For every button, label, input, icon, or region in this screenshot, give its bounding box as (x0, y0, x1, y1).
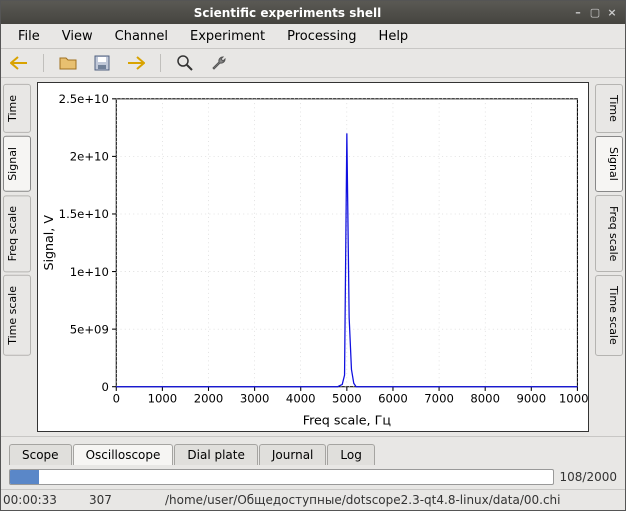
progress-fill (10, 470, 39, 484)
signal-chart[interactable]: 0 1000 2000 3000 4000 5000 6000 7000 8000 9000 100… (37, 82, 589, 432)
toolbar (1, 49, 625, 78)
menu-view[interactable]: View (51, 27, 104, 46)
right-tab-freqscale[interactable]: Freq scale (595, 195, 623, 272)
svg-text:Freq scale, Гц: Freq scale, Гц (303, 413, 392, 428)
status-bar: 00:00:33 307 /home/user/Общедоступные/do… (1, 489, 625, 510)
svg-text:6000: 6000 (378, 392, 408, 406)
wrench-icon[interactable] (209, 53, 229, 73)
save-icon[interactable] (92, 53, 112, 73)
tab-journal[interactable]: Journal (259, 444, 327, 465)
zoom-icon[interactable] (175, 53, 195, 73)
svg-text:3000: 3000 (240, 392, 270, 406)
left-tab-signal[interactable]: Signal (3, 136, 31, 192)
svg-text:9000: 9000 (517, 392, 547, 406)
svg-text:5e+09: 5e+09 (70, 322, 109, 336)
tab-scope[interactable]: Scope (9, 444, 72, 465)
svg-text:0: 0 (101, 380, 108, 394)
titlebar: Scientific experiments shell – ▢ × (1, 1, 625, 24)
left-tab-timescale[interactable]: Time scale (3, 275, 31, 356)
maximize-icon[interactable]: ▢ (588, 6, 602, 20)
toolbar-separator (160, 54, 161, 72)
toolbar-separator (43, 54, 44, 72)
left-tab-freqscale[interactable]: Freq scale (3, 195, 31, 272)
tab-oscilloscope[interactable]: Oscilloscope (73, 444, 174, 465)
right-axis-tabs: Time Signal Freq scale Time scale (593, 78, 625, 436)
back-arrow-icon[interactable] (9, 53, 29, 73)
menu-processing[interactable]: Processing (276, 27, 367, 46)
svg-text:8000: 8000 (470, 392, 500, 406)
left-axis-tabs: Time Signal Freq scale Time scale (1, 78, 33, 436)
svg-text:Signal, V: Signal, V (41, 215, 56, 271)
tab-dialplate[interactable]: Dial plate (174, 444, 257, 465)
minimize-icon[interactable]: – (571, 6, 585, 20)
status-path: /home/user/Общедоступные/dotscope2.3-qt4… (165, 493, 623, 507)
status-frame: 307 (89, 493, 141, 507)
progress-bar[interactable] (9, 469, 554, 485)
menubar: File View Channel Experiment Processing … (1, 24, 625, 49)
svg-text:1.5e+10: 1.5e+10 (59, 207, 109, 221)
svg-text:1000: 1000 (148, 392, 178, 406)
right-tab-timescale[interactable]: Time scale (595, 275, 623, 356)
bottom-tabs: Scope Oscilloscope Dial plate Journal Lo… (1, 436, 625, 465)
status-time: 00:00:33 (3, 493, 65, 507)
svg-text:10000: 10000 (559, 392, 589, 406)
progress-count: 108/2000 (560, 470, 618, 484)
left-tab-time[interactable]: Time (3, 84, 31, 133)
open-folder-icon[interactable] (58, 53, 78, 73)
menu-file[interactable]: File (7, 27, 51, 46)
forward-arrow-icon[interactable] (126, 53, 146, 73)
close-icon[interactable]: × (605, 6, 619, 20)
svg-text:5000: 5000 (332, 392, 362, 406)
menu-channel[interactable]: Channel (104, 27, 179, 46)
svg-text:2e+10: 2e+10 (70, 150, 109, 164)
svg-text:4000: 4000 (286, 392, 316, 406)
progress-row: 108/2000 (1, 465, 625, 489)
svg-text:1e+10: 1e+10 (70, 265, 109, 279)
menu-help[interactable]: Help (368, 27, 420, 46)
svg-text:0: 0 (113, 392, 120, 406)
plot-area: 0 1000 2000 3000 4000 5000 6000 7000 8000 9000 100… (33, 78, 593, 436)
svg-text:2.5e+10: 2.5e+10 (59, 92, 109, 106)
window-title: Scientific experiments shell (7, 6, 568, 20)
right-tab-signal[interactable]: Signal (595, 136, 623, 192)
svg-text:7000: 7000 (424, 392, 454, 406)
menu-experiment[interactable]: Experiment (179, 27, 276, 46)
svg-text:2000: 2000 (194, 392, 224, 406)
tab-log[interactable]: Log (327, 444, 374, 465)
right-tab-time[interactable]: Time (595, 84, 623, 133)
